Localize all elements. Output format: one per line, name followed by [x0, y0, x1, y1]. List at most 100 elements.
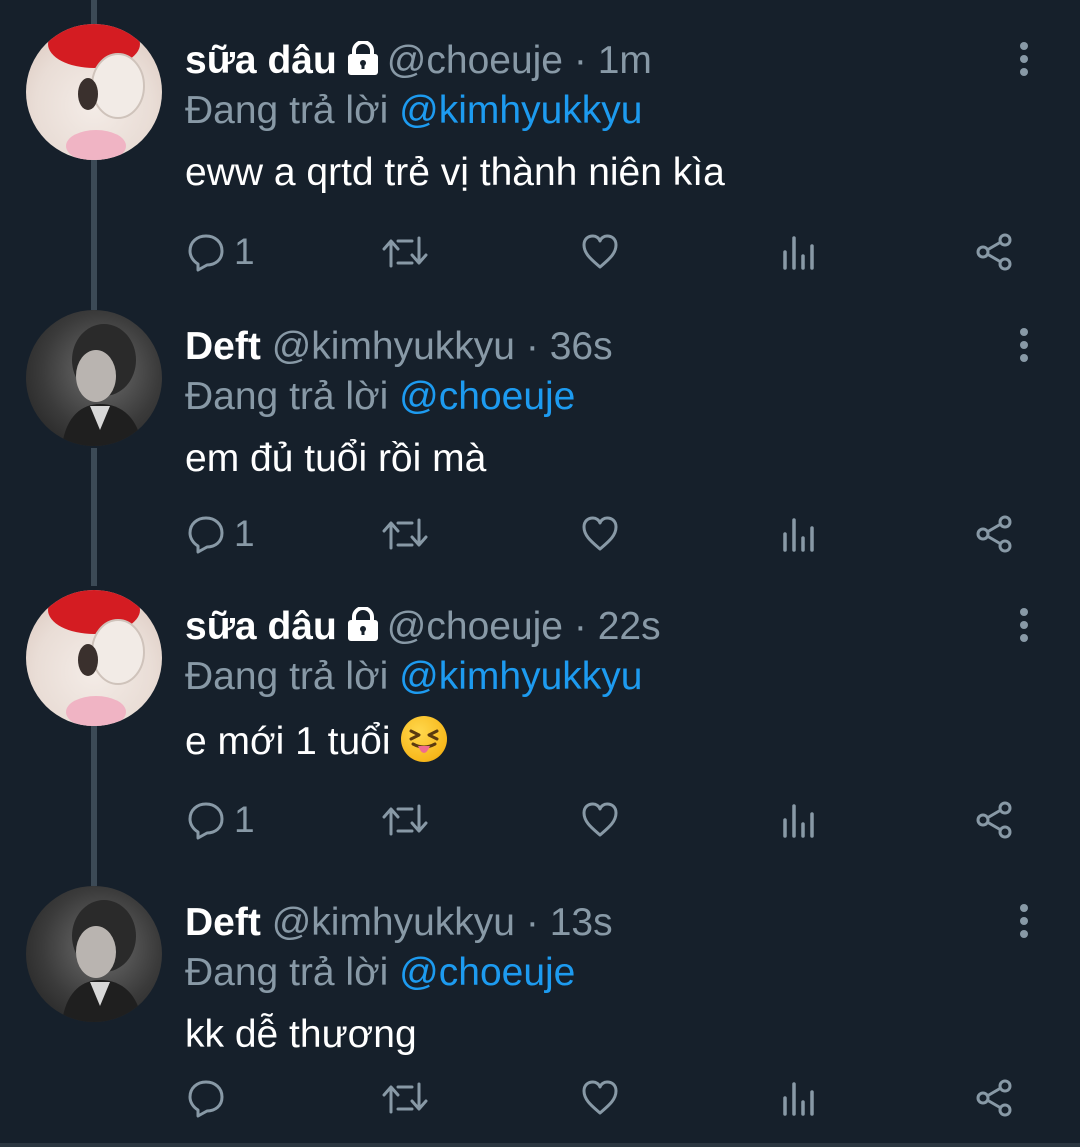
- separator: ·: [573, 39, 587, 82]
- action-bar: [0, 1068, 1080, 1128]
- reply-count: 1: [234, 513, 255, 554]
- reply-button[interactable]: 1: [186, 790, 255, 850]
- analytics-icon: [778, 800, 818, 840]
- analytics-button[interactable]: [778, 504, 818, 564]
- handle[interactable]: @kimhyukkyu: [272, 325, 515, 368]
- more-icon[interactable]: [1012, 42, 1036, 80]
- handle[interactable]: @choeuje: [387, 605, 563, 648]
- retweet-icon: [382, 800, 428, 840]
- reply-button[interactable]: 1: [186, 504, 255, 564]
- person-photo-avatar-image: [62, 324, 142, 446]
- reply-count: 1: [234, 231, 255, 272]
- action-bar: 1: [0, 790, 1080, 850]
- reply-button[interactable]: 1: [186, 222, 255, 282]
- more-icon[interactable]: [1012, 904, 1036, 942]
- kitty-plush-avatar-image: [48, 24, 145, 160]
- timestamp[interactable]: 36s: [550, 325, 613, 368]
- retweet-icon: [382, 1078, 428, 1118]
- reply-context: Đang trả lời @choeuje: [185, 950, 575, 996]
- retweet-icon: [382, 514, 428, 554]
- lock-icon: [345, 40, 381, 88]
- like-button[interactable]: [580, 1068, 620, 1128]
- mention-link[interactable]: @choeuje: [399, 375, 575, 418]
- tweet-text: eww a qrtd trẻ vị thành niên kìa: [185, 151, 725, 194]
- analytics-button[interactable]: [778, 790, 818, 850]
- reply-icon: [186, 514, 226, 554]
- retweet-button[interactable]: [382, 1068, 428, 1128]
- share-icon: [974, 232, 1014, 272]
- like-icon: [580, 1078, 620, 1118]
- like-icon: [580, 232, 620, 272]
- reply-context: Đang trả lời @kimhyukkyu: [185, 654, 642, 700]
- squinting-face-with-tongue-icon: [400, 716, 447, 762]
- share-icon: [974, 1078, 1014, 1118]
- avatar[interactable]: [26, 310, 162, 446]
- like-icon: [580, 514, 620, 554]
- avatar[interactable]: [26, 24, 162, 160]
- avatar[interactable]: [26, 886, 162, 1022]
- like-button[interactable]: [580, 504, 620, 564]
- timestamp[interactable]: 13s: [550, 901, 613, 944]
- share-icon: [974, 800, 1014, 840]
- retweet-button[interactable]: [382, 790, 428, 850]
- analytics-button[interactable]: [778, 1068, 818, 1128]
- mention-link[interactable]: @choeuje: [399, 951, 575, 994]
- reply-icon: [186, 232, 226, 272]
- share-button[interactable]: [974, 790, 1014, 850]
- share-button[interactable]: [974, 504, 1014, 564]
- mention-link[interactable]: @kimhyukkyu: [399, 655, 642, 698]
- display-name[interactable]: sữa dâu: [185, 39, 337, 82]
- reply-prefix: Đang trả lời: [185, 375, 389, 418]
- reply-context: Đang trả lời @kimhyukkyu: [185, 88, 642, 134]
- analytics-icon: [778, 232, 818, 272]
- avatar[interactable]: [26, 590, 162, 726]
- person-photo-avatar-image: [62, 900, 142, 1022]
- reply-thread: sữa dâu @choeuje · 1m Đang trả lời @kimhy…: [0, 0, 1080, 1147]
- reply-prefix: Đang trả lời: [185, 89, 389, 132]
- reply-button[interactable]: [186, 1068, 234, 1128]
- share-button[interactable]: [974, 1068, 1014, 1128]
- handle[interactable]: @choeuje: [387, 39, 563, 82]
- display-name[interactable]: Deft: [185, 325, 261, 368]
- share-icon: [974, 514, 1014, 554]
- separator: ·: [573, 605, 587, 648]
- action-bar: 1: [0, 504, 1080, 564]
- kitty-plush-avatar-image: [48, 590, 145, 726]
- timestamp[interactable]: 22s: [598, 605, 661, 648]
- reply-count: 1: [234, 799, 255, 840]
- like-button[interactable]: [580, 222, 620, 282]
- timestamp[interactable]: 1m: [598, 39, 652, 82]
- retweet-button[interactable]: [382, 504, 428, 564]
- tweet-text: kk dễ thương: [185, 1013, 417, 1056]
- more-icon[interactable]: [1012, 608, 1036, 646]
- separator: ·: [525, 325, 539, 368]
- display-name[interactable]: sữa dâu: [185, 605, 337, 648]
- mention-link[interactable]: @kimhyukkyu: [399, 89, 642, 132]
- tweet-text-content: e mới 1 tuổi: [185, 720, 391, 763]
- share-button[interactable]: [974, 222, 1014, 282]
- analytics-button[interactable]: [778, 222, 818, 282]
- analytics-icon: [778, 1078, 818, 1118]
- bottom-divider: [0, 1143, 1080, 1147]
- analytics-icon: [778, 514, 818, 554]
- tweet-header: sữa dâu @choeuje · 1m: [185, 38, 652, 88]
- reply-context: Đang trả lời @choeuje: [185, 374, 575, 420]
- like-button[interactable]: [580, 790, 620, 850]
- handle[interactable]: @kimhyukkyu: [272, 901, 515, 944]
- tweet-header: Deft @kimhyukkyu · 36s: [185, 324, 613, 370]
- retweet-icon: [382, 232, 428, 272]
- display-name[interactable]: Deft: [185, 901, 261, 944]
- tweet-header: sữa dâu @choeuje · 22s: [185, 604, 661, 654]
- retweet-button[interactable]: [382, 222, 428, 282]
- reply-icon: [186, 1078, 226, 1118]
- like-icon: [580, 800, 620, 840]
- reply-icon: [186, 800, 226, 840]
- reply-prefix: Đang trả lời: [185, 951, 389, 994]
- lock-icon: [345, 606, 381, 654]
- reply-prefix: Đang trả lời: [185, 655, 389, 698]
- thread-line: [91, 0, 97, 24]
- tweet-header: Deft @kimhyukkyu · 13s: [185, 900, 613, 946]
- tweet-text: e mới 1 tuổi: [185, 716, 447, 765]
- tweet-text: em đủ tuổi rồi mà: [185, 437, 487, 480]
- more-icon[interactable]: [1012, 328, 1036, 366]
